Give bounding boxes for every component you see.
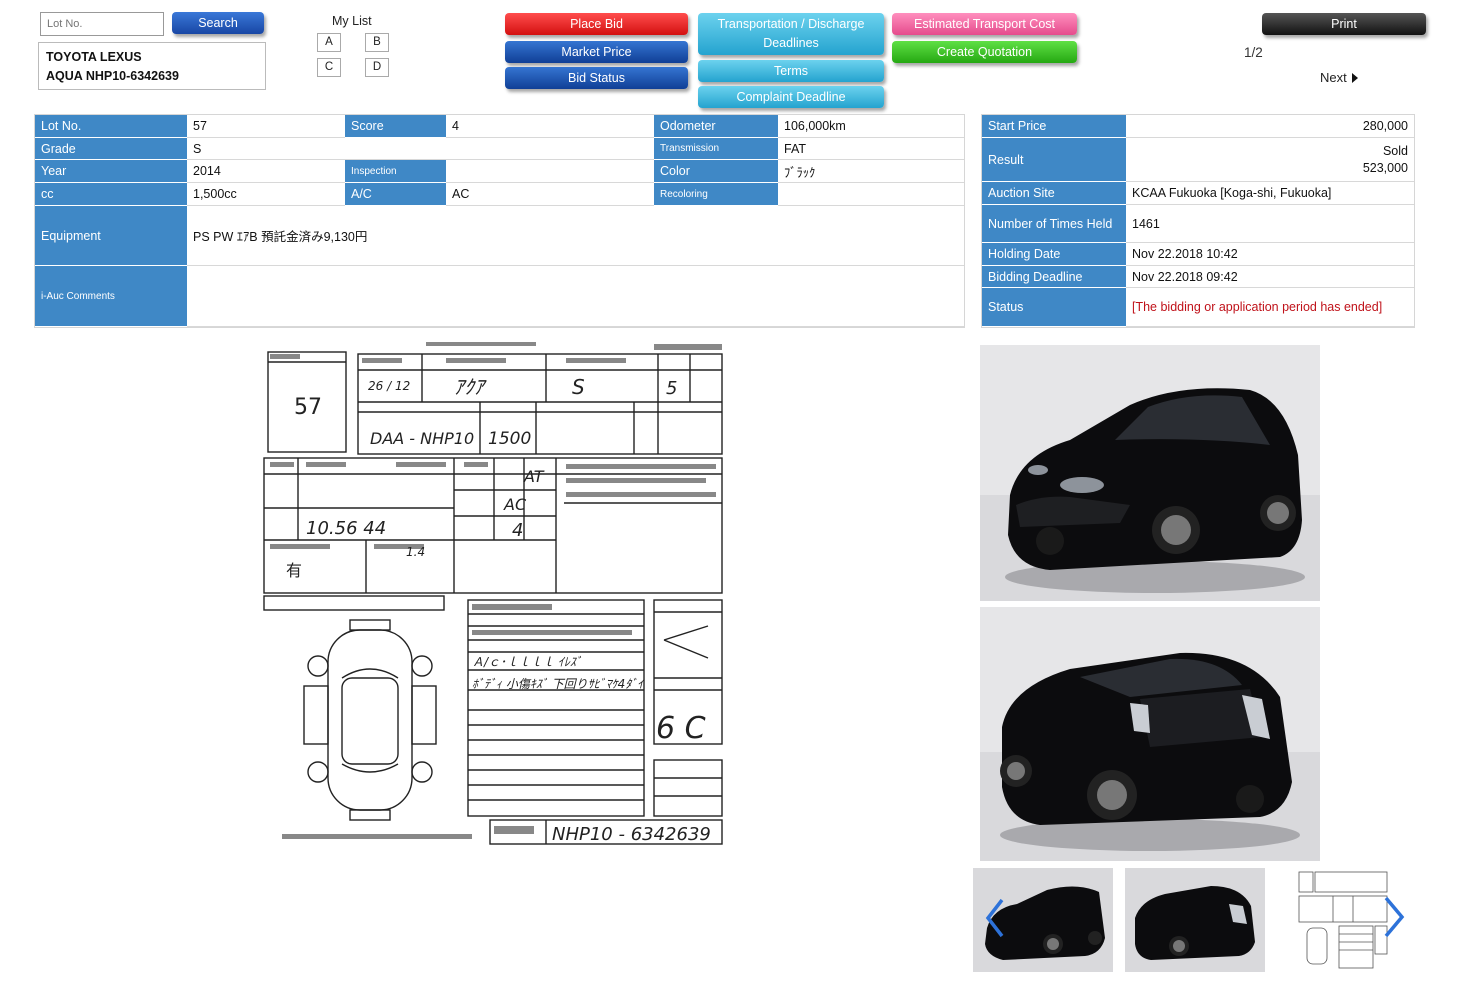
create-quotation-button[interactable]: Create Quotation (892, 41, 1077, 63)
car-front-photo (980, 345, 1320, 601)
bidding-deadline-label: Bidding Deadline (982, 266, 1126, 288)
sheet-displacement: 1500 (488, 429, 531, 449)
result-price: 523,000 (1362, 160, 1408, 175)
status-value: [The bidding or application period has e… (1126, 288, 1414, 327)
auction-sheet-image: 57 26 / 12 ｱｸｱ S 5 DAA - NHP10 1500 10.5… (263, 342, 723, 845)
lot-number-input[interactable] (40, 12, 164, 36)
sheet-remark: 有 (286, 561, 302, 580)
recoloring-label: Recoloring (654, 183, 778, 206)
status-label: Status (982, 288, 1126, 327)
transmission-value: FAT (778, 138, 964, 160)
result-status: Sold (1382, 143, 1408, 158)
my-list-b-button[interactable]: B (365, 33, 389, 52)
my-list-a-button[interactable]: A (317, 33, 341, 52)
year-label: Year (35, 160, 187, 183)
start-price-label: Start Price (982, 115, 1126, 138)
auction-site-value: KCAA Fukuoka [Koga-shi, Fukuoka] (1126, 182, 1414, 205)
estimated-transport-cost-button[interactable]: Estimated Transport Cost (892, 13, 1077, 35)
ac-label: A/C (345, 183, 446, 206)
score-label: Score (345, 115, 446, 138)
start-price-value: 280,000 (1126, 115, 1414, 138)
times-held-label: Number of Times Held (982, 205, 1126, 243)
result-label: Result (982, 138, 1126, 182)
sheet-chassis-number: NHP10 - 6342639 (552, 824, 711, 845)
equipment-value: PS PW ｴｱB 預託金済み9,130円 (187, 206, 964, 266)
comments-value (187, 266, 964, 327)
my-list-title: My List (332, 14, 372, 28)
terms-button[interactable]: Terms (698, 60, 884, 82)
color-value: ﾌﾞﾗｯｸ (778, 160, 964, 183)
vehicle-model-chassis: AQUA NHP10-6342639 (46, 69, 179, 83)
next-link[interactable]: Next (1320, 70, 1358, 85)
auction-site-label: Auction Site (982, 182, 1126, 205)
place-bid-button[interactable]: Place Bid (505, 13, 688, 35)
sheet-note-1: Ａ/ｃ･ｌｌｌｌ ｲﾚｽﾞ (472, 655, 582, 669)
grade-label: Grade (35, 138, 187, 160)
odometer-label: Odometer (654, 115, 778, 138)
result-value: Sold 523,000 (1126, 138, 1414, 182)
page-count: 1/2 (1244, 45, 1263, 60)
transport-deadlines-button[interactable]: Transportation / Discharge Deadlines (698, 13, 884, 55)
grade-value: S (187, 138, 654, 160)
times-held-value: 1461 (1126, 205, 1414, 243)
bidding-deadline-value: Nov 22.2018 09:42 (1126, 266, 1414, 288)
cc-value: 1,500cc (187, 183, 345, 206)
my-list-d-button[interactable]: D (365, 58, 389, 77)
sheet-body-score: 4 (512, 520, 523, 541)
lot-no-value: 57 (187, 115, 345, 138)
year-value: 2014 (187, 160, 345, 183)
sheet-year: 26 / 12 (368, 379, 410, 393)
sheet-ac: AC (503, 495, 527, 514)
vehicle-summary: TOYOTA LEXUS AQUA NHP10-6342639 (38, 42, 266, 90)
sheet-shift: AT (523, 467, 545, 486)
sheet-note-2: ﾎﾞﾃﾞｨ 小傷ｷｽﾞ 下回りｻﾋﾞﾏｹ4ﾀﾞｲ (472, 677, 645, 691)
holding-date-label: Holding Date (982, 243, 1126, 266)
cc-label: cc (35, 183, 187, 206)
complaint-deadline-button[interactable]: Complaint Deadline (698, 86, 884, 108)
sheet-grade: S (572, 375, 585, 399)
thumbnail-rear[interactable] (1125, 868, 1265, 972)
score-value: 4 (446, 115, 654, 138)
inspection-label: Inspection (345, 160, 446, 183)
sheet-interior-score: 6 C (656, 711, 706, 746)
sheet-lot-number: 57 (294, 395, 322, 420)
vehicle-make: TOYOTA LEXUS (46, 50, 142, 64)
sheet-model: ｱｸｱ (454, 375, 487, 399)
transmission-label: Transmission (654, 138, 778, 160)
sheet-doors: 5 (666, 378, 677, 399)
color-label: Color (654, 160, 778, 183)
recoloring-value (778, 183, 964, 206)
print-button[interactable]: Print (1262, 13, 1426, 35)
sheet-model-type: DAA - NHP10 (370, 429, 474, 448)
comments-label: i-Auc Comments (35, 266, 187, 327)
holding-date-value: Nov 22.2018 10:42 (1126, 243, 1414, 266)
car-rear-photo (980, 607, 1320, 861)
next-arrow-icon (1351, 73, 1358, 83)
ac-value: AC (446, 183, 654, 206)
sheet-remark-2: 1.4 (406, 545, 425, 559)
sheet-odometer: 10.56 44 (306, 518, 386, 539)
my-list-c-button[interactable]: C (317, 58, 341, 77)
carousel-prev-icon[interactable] (982, 896, 1008, 940)
equipment-label: Equipment (35, 206, 187, 266)
lot-no-label: Lot No. (35, 115, 187, 138)
carousel-next-icon[interactable] (1378, 894, 1408, 940)
market-price-button[interactable]: Market Price (505, 41, 688, 63)
inspection-value (446, 160, 654, 183)
bid-status-button[interactable]: Bid Status (505, 67, 688, 89)
odometer-value: 106,000km (778, 115, 964, 138)
search-button[interactable]: Search (172, 12, 264, 34)
next-label: Next (1320, 70, 1347, 85)
